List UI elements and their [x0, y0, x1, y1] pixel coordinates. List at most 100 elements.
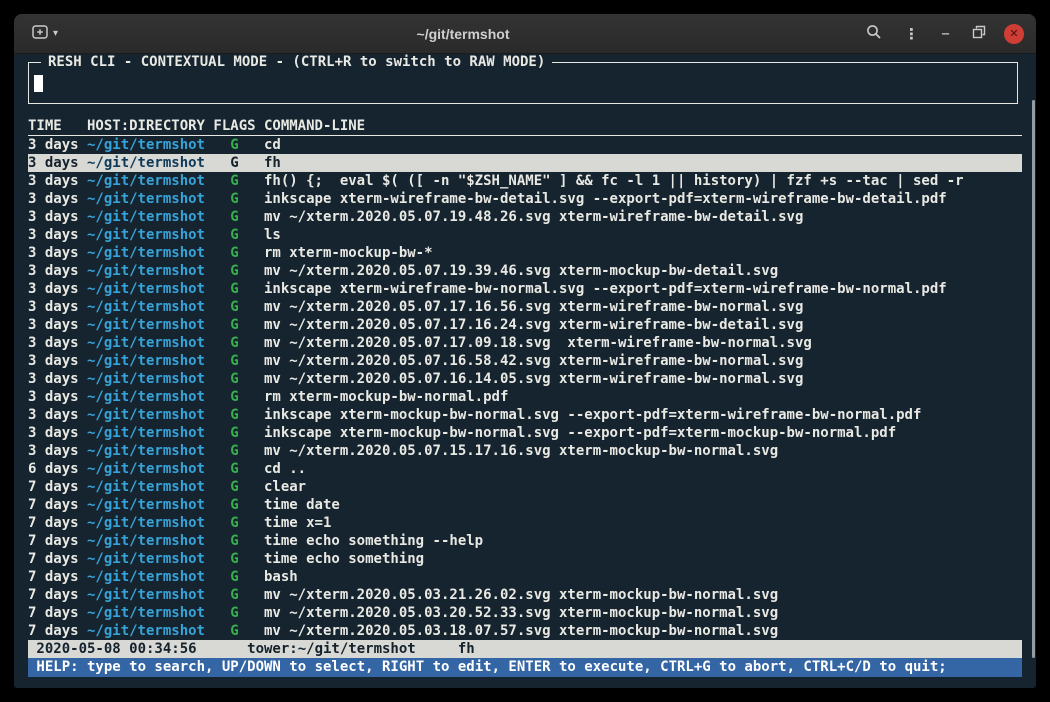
menu-button[interactable]: ⋮: [900, 24, 923, 44]
history-row[interactable]: 3 days~/git/termshotGls: [28, 226, 1022, 244]
history-rows: 3 days~/git/termshotGcd3 days~/git/terms…: [28, 136, 1022, 640]
history-row[interactable]: 3 days~/git/termshotGmv ~/xterm.2020.05.…: [28, 352, 1022, 370]
history-row[interactable]: 3 days ~/git/termshot Gfh: [28, 154, 1022, 172]
close-button[interactable]: ✕: [1004, 24, 1024, 44]
history-row[interactable]: 3 days~/git/termshotGmv ~/xterm.2020.05.…: [28, 262, 1022, 280]
row-flags: G: [213, 190, 255, 208]
kebab-menu-icon: ⋮: [904, 25, 919, 43]
text-cursor: [34, 75, 43, 92]
row-host: ~/git/termshot: [87, 478, 205, 496]
row-time: 3 days: [28, 442, 79, 460]
status-command: fh: [458, 640, 475, 658]
row-host: ~/git/termshot: [87, 532, 205, 550]
row-command: mv ~/xterm.2020.05.03.21.26.02.svg xterm…: [264, 586, 1022, 604]
row-time: 3 days: [28, 172, 79, 190]
history-row[interactable]: 7 days~/git/termshotGtime date: [28, 496, 1022, 514]
resh-search-input[interactable]: RESH CLI - CONTEXTUAL MODE - (CTRL+R to …: [28, 62, 1018, 104]
row-time: 3 days: [28, 370, 79, 388]
status-datetime: 2020-05-08 00:34:56: [36, 640, 196, 658]
row-flags: G: [213, 280, 255, 298]
row-time: 3 days: [28, 226, 79, 244]
row-command: ls: [264, 226, 1022, 244]
search-button[interactable]: [862, 22, 886, 45]
row-flags: G: [213, 154, 255, 172]
row-time: 3 days: [28, 406, 79, 424]
row-command: rm xterm-mockup-bw-normal.pdf: [264, 388, 1022, 406]
row-time: 7 days: [28, 604, 79, 622]
row-host: ~/git/termshot: [87, 136, 205, 154]
row-host: ~/git/termshot: [87, 172, 205, 190]
row-command: mv ~/xterm.2020.05.07.19.39.46.svg xterm…: [264, 262, 1022, 280]
history-row[interactable]: 3 days~/git/termshotGmv ~/xterm.2020.05.…: [28, 370, 1022, 388]
history-row[interactable]: 7 days~/git/termshotGmv ~/xterm.2020.05.…: [28, 622, 1022, 640]
history-row[interactable]: 7 days~/git/termshotGbash: [28, 568, 1022, 586]
history-row[interactable]: 3 days~/git/termshotGmv ~/xterm.2020.05.…: [28, 208, 1022, 226]
history-row[interactable]: 3 days~/git/termshotGfh() {; eval $( ([ …: [28, 172, 1022, 190]
row-command: mv ~/xterm.2020.05.07.15.17.16.svg xterm…: [264, 442, 1022, 460]
history-row[interactable]: 3 days~/git/termshotGinkscape xterm-wire…: [28, 280, 1022, 298]
history-row[interactable]: 3 days~/git/termshotGcd: [28, 136, 1022, 154]
row-command: inkscape xterm-mockup-bw-normal.svg --ex…: [264, 424, 1022, 442]
row-flags: G: [213, 442, 255, 460]
row-host: ~/git/termshot: [87, 244, 205, 262]
row-flags: G: [213, 532, 255, 550]
row-host: ~/git/termshot: [87, 550, 205, 568]
restore-button[interactable]: [968, 23, 990, 44]
row-command: bash: [264, 568, 1022, 586]
row-host: ~/git/termshot: [87, 262, 205, 280]
history-row[interactable]: 3 days~/git/termshotGmv ~/xterm.2020.05.…: [28, 298, 1022, 316]
row-time: 3 days: [28, 154, 79, 172]
history-row[interactable]: 3 days~/git/termshotGinkscape xterm-wire…: [28, 190, 1022, 208]
row-command: inkscape xterm-wireframe-bw-normal.svg -…: [264, 280, 1022, 298]
row-command: mv ~/xterm.2020.05.07.17.16.56.svg xterm…: [264, 298, 1022, 316]
row-flags: G: [213, 334, 255, 352]
header-flags: FLAGS: [213, 117, 255, 135]
row-flags: G: [213, 316, 255, 334]
row-time: 7 days: [28, 586, 79, 604]
row-flags: G: [213, 550, 255, 568]
row-time: 7 days: [28, 514, 79, 532]
history-row[interactable]: 3 days~/git/termshotGmv ~/xterm.2020.05.…: [28, 316, 1022, 334]
history-row[interactable]: 3 days~/git/termshotGinkscape xterm-mock…: [28, 406, 1022, 424]
row-flags: G: [213, 622, 255, 640]
tab-dropdown-caret-icon: ▾: [53, 28, 58, 39]
history-row[interactable]: 3 days ~/git/termshot Gmv ~/xterm.2020.05.…: [28, 442, 1022, 460]
row-command: fh: [264, 154, 1022, 172]
row-flags: G: [213, 244, 255, 262]
row-flags: G: [213, 586, 255, 604]
row-time: 3 days: [28, 244, 79, 262]
row-flags: G: [213, 478, 255, 496]
row-host: ~/git/termshot: [87, 208, 205, 226]
row-time: 3 days: [28, 208, 79, 226]
header-command: COMMAND-LINE: [264, 117, 1022, 135]
close-icon: ✕: [1009, 27, 1018, 40]
row-command: inkscape xterm-wireframe-bw-detail.svg -…: [264, 190, 1022, 208]
history-row[interactable]: 3 days~/git/termshotGinkscape xterm-mock…: [28, 424, 1022, 442]
history-row[interactable]: 7 days~/git/termshotGtime echo something: [28, 550, 1022, 568]
scrollbar[interactable]: [1032, 100, 1035, 658]
row-host: ~/git/termshot: [87, 604, 205, 622]
history-row[interactable]: 7 days~/git/termshotGmv ~/xterm.2020.05.…: [28, 604, 1022, 622]
minimize-button[interactable]: –: [937, 24, 954, 44]
row-command: mv ~/xterm.2020.05.03.20.52.33.svg xterm…: [264, 604, 1022, 622]
history-row[interactable]: 7 days~/git/termshotGmv ~/xterm.2020.05.…: [28, 586, 1022, 604]
row-time: 7 days: [28, 550, 79, 568]
terminal-screen: RESH CLI - CONTEXTUAL MODE - (CTRL+R to …: [14, 54, 1036, 688]
row-flags: G: [213, 298, 255, 316]
history-row[interactable]: 3 days~/git/termshotGrm xterm-mockup-bw-…: [28, 244, 1022, 262]
history-row[interactable]: 6 days~/git/termshotGcd ..: [28, 460, 1022, 478]
resh-mode-title: RESH CLI - CONTEXTUAL MODE - (CTRL+R to …: [41, 54, 552, 71]
history-row[interactable]: 7 days~/git/termshotGtime x=1: [28, 514, 1022, 532]
new-tab-button[interactable]: ▾: [26, 21, 64, 46]
history-row[interactable]: 7 days~/git/termshotGtime echo something…: [28, 532, 1022, 550]
search-icon: [866, 25, 882, 44]
history-row[interactable]: 3 days~/git/termshotGmv ~/xterm.2020.05.…: [28, 334, 1022, 352]
row-host: ~/git/termshot: [87, 442, 205, 460]
row-host: ~/git/termshot: [87, 154, 205, 172]
history-row[interactable]: 3 days~/git/termshotGrm xterm-mockup-bw-…: [28, 388, 1022, 406]
row-host: ~/git/termshot: [87, 316, 205, 334]
row-time: 7 days: [28, 568, 79, 586]
header-host: HOST:DIRECTORY: [87, 117, 205, 135]
history-row[interactable]: 7 days~/git/termshotGclear: [28, 478, 1022, 496]
row-command: cd: [264, 136, 1022, 154]
